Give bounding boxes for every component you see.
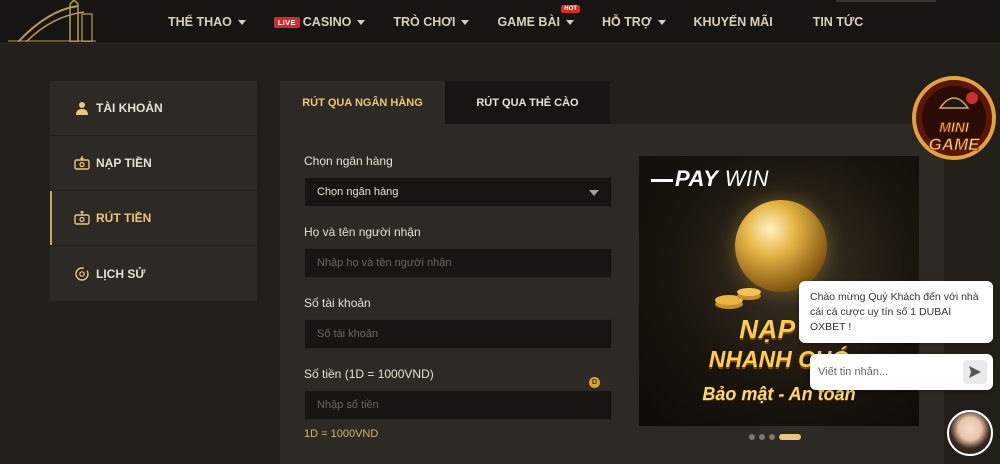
main-nav: THỂ THAO LIVE CASINO TRÒ CHƠI GAME BÀI H… [168, 0, 863, 44]
carousel-dots [749, 434, 801, 440]
paywin-logo: PAY WIN [651, 166, 769, 192]
nav-tin-tuc[interactable]: TIN TỨC [813, 0, 864, 44]
hot-badge: HOT [561, 5, 580, 13]
sidebar-item-lich-su[interactable]: LỊCH SỬ [50, 246, 257, 301]
mini-game-label-1: MINI [939, 119, 970, 135]
bank-select[interactable]: Chọn ngân hàng [304, 177, 612, 207]
chevron-down-icon [565, 19, 574, 25]
live-badge: LIVE [273, 16, 300, 28]
nav-label: HỖ TRỢ [601, 15, 652, 29]
mini-game-button[interactable]: MINI GAME [910, 74, 998, 164]
divider [836, 0, 936, 2]
account-sidebar: TÀI KHOẢN NẠP TIỀN RÚT TIỀN LỊCH SỬ [50, 81, 257, 301]
support-agent-avatar[interactable] [947, 410, 993, 456]
nav-label: THỂ THAO [168, 15, 232, 29]
sidebar-item-tai-khoan[interactable]: TÀI KHOẢN [50, 81, 257, 136]
chat-message-input[interactable] [818, 363, 958, 381]
nav-label: KHUYẾN MÃI [693, 15, 773, 29]
account-number-label: Số tài khoản [304, 296, 371, 310]
bank-label: Chọn ngân hàng [304, 154, 393, 168]
sidebar-item-label: RÚT TIỀN [96, 211, 152, 225]
coin-icon: D [589, 377, 600, 388]
carousel-dot[interactable] [769, 434, 775, 440]
history-icon [74, 266, 90, 282]
carousel-dot[interactable] [759, 434, 765, 440]
brand-pay: PAY [675, 166, 719, 191]
carousel-dot[interactable] [749, 434, 755, 440]
nav-tro-choi[interactable]: TRÒ CHƠI [393, 0, 470, 44]
sidebar-item-rut-tien[interactable]: RÚT TIỀN [50, 191, 257, 246]
chevron-down-icon [461, 19, 470, 25]
nav-label: TIN TỨC [812, 15, 864, 29]
chevron-down-icon [657, 19, 666, 25]
nav-label: CASINO [302, 15, 352, 29]
user-icon [74, 100, 90, 116]
account-number-input[interactable] [304, 319, 612, 349]
bank-select-value: Chọn ngân hàng [317, 186, 399, 198]
sidebar-item-nap-tien[interactable]: NẠP TIỀN [50, 136, 257, 191]
site-logo[interactable] [8, 0, 96, 42]
nav-game-bai[interactable]: GAME BÀI HOT [497, 0, 580, 44]
logo-dash [651, 178, 673, 182]
chevron-down-icon [357, 19, 366, 25]
send-icon [969, 366, 981, 378]
nav-label: TRÒ CHƠI [393, 15, 456, 29]
amount-input[interactable] [304, 390, 612, 420]
nav-khuyen-mai[interactable]: KHUYẾN MÃI [694, 0, 773, 44]
tab-rut-qua-ngan-hang[interactable]: RÚT QUA NGÂN HÀNG [280, 81, 445, 124]
amount-label: Số tiền (1D = 1000VND) [304, 367, 434, 381]
nav-the-thao[interactable]: THỂ THAO [168, 0, 246, 44]
nav-ho-tro[interactable]: HỖ TRỢ [602, 0, 666, 44]
exchange-rate-note: 1D = 1000VND [304, 428, 379, 440]
withdraw-form: Chọn ngân hàng Chọn ngân hàng Họ và tên … [304, 154, 612, 440]
chevron-down-icon [237, 19, 246, 25]
chevron-down-icon [589, 190, 599, 196]
carousel-dot-active[interactable] [779, 434, 801, 440]
nav-casino[interactable]: LIVE CASINO [273, 0, 366, 44]
chat-composer [810, 354, 993, 390]
send-button[interactable] [963, 360, 987, 384]
chat-welcome-message: Chào mừng Quý Khách đến với nhà cái cá c… [799, 281, 993, 343]
brand-win: WIN [724, 166, 769, 191]
sidebar-item-label: TÀI KHOẢN [96, 101, 163, 115]
mini-game-label-2: GAME [929, 135, 981, 154]
sidebar-item-label: NẠP TIỀN [96, 156, 152, 170]
recipient-name-label: Họ và tên người nhận [304, 225, 421, 239]
top-navbar: THỂ THAO LIVE CASINO TRÒ CHƠI GAME BÀI H… [0, 0, 1000, 44]
withdraw-icon [74, 210, 90, 226]
recipient-name-input[interactable] [304, 248, 612, 278]
deposit-icon [74, 155, 90, 171]
tab-rut-qua-the-cao[interactable]: RÚT QUA THẺ CÀO [445, 81, 610, 124]
sidebar-item-label: LỊCH SỬ [96, 266, 146, 281]
nav-label: GAME BÀI [497, 15, 560, 29]
withdraw-tabs: RÚT QUA NGÂN HÀNG RÚT QUA THẺ CÀO [280, 81, 610, 124]
